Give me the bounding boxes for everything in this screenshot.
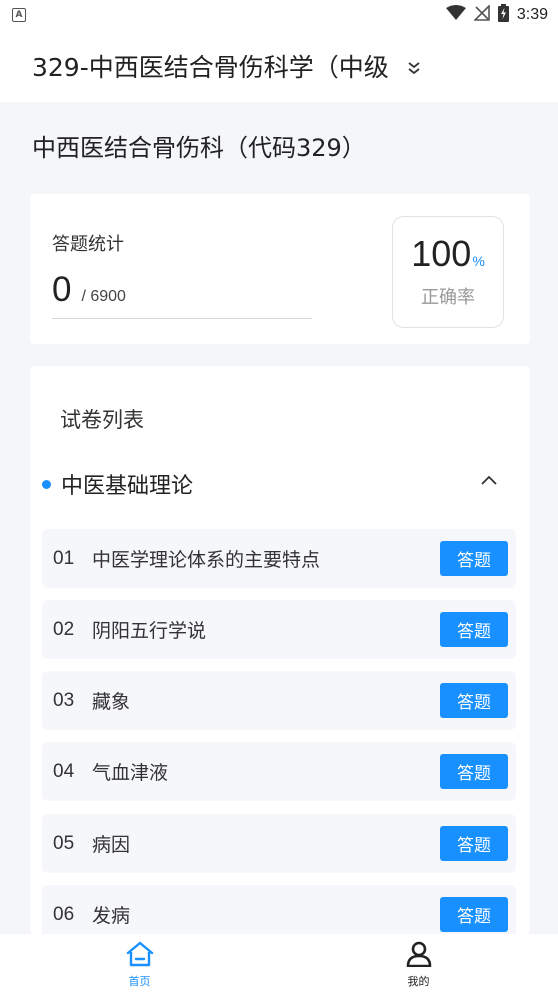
- paper-list-title: 试卷列表: [60, 408, 144, 432]
- accuracy-value: 100: [411, 233, 472, 274]
- status-bar: A 3:39: [0, 0, 558, 30]
- double-chevron-down-icon[interactable]: [407, 60, 421, 79]
- chapter-item: 05 病因 答题: [42, 814, 516, 873]
- battery-charging-icon: [497, 4, 509, 26]
- user-icon: [404, 941, 434, 971]
- answer-button[interactable]: 答题: [440, 897, 508, 932]
- answer-button[interactable]: 答题: [440, 683, 508, 718]
- stats-card: 答题统计 0 / 6900 100% 正确率: [30, 194, 530, 344]
- answer-button[interactable]: 答题: [440, 754, 508, 789]
- paper-list-card: 试卷列表 中医基础理论 01 中医学理论体系的主要特点 答题 02 阴阳五行学说…: [30, 366, 530, 934]
- chevron-up-icon[interactable]: [480, 472, 498, 491]
- nav-mine-label: 我的: [407, 975, 430, 988]
- chapter-item: 04 气血津液 答题: [42, 742, 516, 801]
- nav-mine[interactable]: 我的: [279, 934, 558, 992]
- chapter-number: 06: [53, 903, 75, 925]
- chapter-item: 02 阴阳五行学说 答题: [42, 600, 516, 659]
- chapter-number: 01: [53, 547, 75, 569]
- total-count: / 6900: [81, 288, 126, 305]
- chapter-name: 病因: [92, 834, 131, 856]
- answered-count: 0: [52, 270, 72, 309]
- chapter-name: 气血津液: [92, 762, 169, 784]
- chapter-number: 03: [53, 689, 75, 711]
- accuracy-label: 正确率: [421, 287, 475, 308]
- accuracy-value-line: 100%: [393, 233, 503, 275]
- status-time: 3:39: [516, 6, 548, 23]
- chapter-item: 03 藏象 答题: [42, 671, 516, 730]
- wifi-icon: [445, 5, 466, 25]
- accuracy-box: 100% 正确率: [392, 216, 504, 328]
- chapter-name: 阴阳五行学说: [92, 620, 207, 642]
- answer-button[interactable]: 答题: [440, 826, 508, 861]
- accuracy-unit: %: [472, 253, 485, 269]
- chapter-name: 发病: [92, 905, 131, 927]
- section-header[interactable]: 中医基础理论: [42, 467, 518, 501]
- bottom-nav: 首页 我的: [0, 934, 558, 992]
- no-signal-icon: [472, 4, 490, 25]
- chapter-name: 藏象: [92, 691, 131, 713]
- chapter-item: 06 发病 答题: [42, 885, 516, 934]
- home-icon: [125, 941, 155, 971]
- section-name: 中医基础理论: [61, 474, 194, 499]
- exam-selector-title[interactable]: 329-中西医结合骨伤科学（中级: [32, 48, 389, 84]
- answer-button[interactable]: 答题: [440, 541, 508, 576]
- section-dot: [42, 479, 51, 489]
- chapter-number: 02: [53, 618, 75, 640]
- stats-count: 0 / 6900: [52, 270, 126, 310]
- answer-button[interactable]: 答题: [440, 612, 508, 647]
- nav-home-label: 首页: [128, 975, 151, 988]
- stats-divider: [52, 318, 312, 319]
- app-header: 329-中西医结合骨伤科学（中级: [0, 30, 558, 102]
- chapter-name: 中医学理论体系的主要特点: [92, 549, 321, 571]
- chapter-number: 04: [53, 760, 75, 782]
- chapter-item: 01 中医学理论体系的主要特点 答题: [42, 529, 516, 588]
- nav-home[interactable]: 首页: [0, 934, 279, 992]
- stats-label: 答题统计: [52, 234, 124, 255]
- chapter-number: 05: [53, 832, 75, 854]
- subject-title: 中西医结合骨伤科（代码329）: [32, 134, 366, 162]
- a-notification-icon: A: [12, 8, 26, 22]
